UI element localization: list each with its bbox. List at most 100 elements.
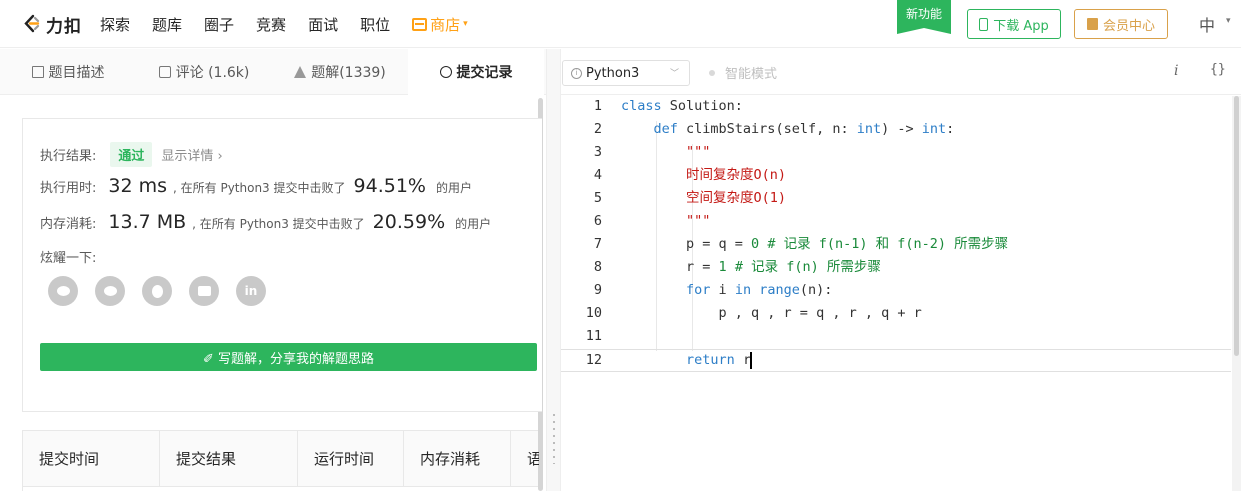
wechat-icon[interactable] (48, 276, 78, 306)
code-token: 时间复杂度O(n) (686, 167, 787, 183)
code-line[interactable]: 10 p , q , r = q , r , q + r (561, 303, 1231, 326)
douban-icon[interactable] (189, 276, 219, 306)
code-line[interactable]: 1 class Solution: (561, 96, 1231, 119)
code-editor[interactable]: 1 class Solution: 2 def climbStairs(self, … (561, 96, 1231, 491)
code-text: 空间复杂度O(1) (621, 188, 786, 209)
flask-icon (294, 66, 307, 78)
line-number: 11 (585, 328, 602, 344)
code-line[interactable]: 6 """ (561, 211, 1231, 234)
line-number: 2 (593, 121, 602, 137)
write-solution-button[interactable]: ✐ 写题解，分享我的解题思路 (40, 343, 537, 371)
drag-handle-icon (553, 414, 555, 464)
code-line[interactable]: 4 时间复杂度O(n) (561, 165, 1231, 188)
tab-description[interactable]: 题目描述 (0, 49, 136, 95)
memory-row: 内存消耗: 13.7 MB , 在所有 Python3 提交中击败了 20.59… (40, 211, 491, 233)
editor-toolbar: i Python3 ﹀ 智能模式 i {} (561, 49, 1241, 95)
code-text: p = q = 0 # 记录 f(n-1) 和 f(n-2) 所需步骤 (621, 234, 1008, 255)
col-memory: 内存消耗 (404, 431, 511, 486)
code-line[interactable]: 7 p = q = 0 # 记录 f(n-1) 和 f(n-2) 所需步骤 (561, 234, 1231, 257)
code-token: r = (621, 259, 719, 275)
download-app-button[interactable]: 下载 App (967, 9, 1061, 39)
text-cursor (750, 351, 753, 369)
italic-tool-button[interactable]: i (1174, 63, 1178, 79)
col-runtime: 运行时间 (298, 431, 404, 486)
code-token: p = q = (621, 236, 752, 252)
nav-explore[interactable]: 探索 (100, 14, 130, 35)
code-token: Solution: (661, 98, 743, 114)
nav-contest[interactable]: 竞赛 (256, 14, 286, 35)
vip-center-button[interactable]: 会员中心 (1074, 9, 1168, 39)
leetcode-logo[interactable]: 力扣 (22, 12, 82, 37)
line-number: 5 (593, 190, 602, 206)
nav-interview[interactable]: 面试 (308, 14, 338, 35)
vip-center-label: 会员中心 (1102, 18, 1155, 34)
panel-splitter[interactable] (546, 49, 561, 491)
line-number: 7 (593, 236, 602, 252)
code-token: 1 (718, 259, 727, 275)
clock-icon (439, 66, 452, 78)
code-token: range (759, 282, 800, 298)
code-text: p , q , r = q , r , q + r (621, 303, 922, 324)
weibo-icon[interactable] (95, 276, 125, 306)
code-line[interactable]: 11 (561, 326, 1231, 349)
vip-icon (1086, 18, 1098, 30)
runtime-tail: 的用户 (435, 181, 472, 195)
col-submit-time: 提交时间 (23, 431, 160, 486)
share-label: 炫耀一下: (40, 251, 97, 266)
code-line[interactable]: 9 for i in range(n): (561, 280, 1231, 303)
tab-comments[interactable]: 评论 (1.6k) (136, 49, 272, 95)
share-buttons: in (48, 276, 283, 306)
tab-solutions[interactable]: 题解(1339) (272, 49, 408, 95)
info-icon: i (571, 67, 582, 79)
memory-label: 内存消耗: (40, 217, 97, 232)
tab-submissions[interactable]: 提交记录 (408, 49, 544, 95)
show-details-link[interactable]: 显示详情 › (161, 145, 222, 164)
code-text: return r (621, 350, 753, 371)
nav-shop-label: 商店 (430, 15, 461, 34)
language-select[interactable]: i Python3 ﹀ (562, 60, 690, 86)
code-line[interactable]: 5 空间复杂度O(1) (561, 188, 1231, 211)
nav-problems[interactable]: 题库 (152, 14, 182, 35)
code-text: """ (621, 142, 710, 163)
line-number: 3 (593, 144, 602, 160)
download-app-label: 下载 App (993, 18, 1049, 34)
language-switch[interactable]: 中 (1199, 12, 1215, 36)
nav-circle[interactable]: 圈子 (204, 14, 234, 35)
smart-mode-toggle[interactable]: 智能模式 (709, 63, 777, 82)
editor-scrollbar[interactable] (1232, 96, 1241, 491)
code-token: 空间复杂度O(1) (686, 190, 787, 206)
runtime-text: , 在所有 Python3 提交中击败了 (173, 181, 346, 195)
top-navbar: 力扣 探索 题库 圈子 竞赛 面试 职位 商店 ▾ 新功能 下载 App 会员中… (0, 0, 1241, 48)
code-token: climbStairs(self, n: (677, 121, 857, 137)
line-number: 6 (593, 213, 602, 229)
code-text: r = 1 # 记录 f(n) 所需步骤 (621, 257, 881, 278)
qq-icon[interactable] (142, 276, 172, 306)
code-line[interactable]: 8 r = 1 # 记录 f(n) 所需步骤 (561, 257, 1231, 280)
code-token: """ (686, 144, 711, 160)
status-label: 执行结果: (40, 149, 97, 164)
code-token: p , q , r = q , r , q + r (621, 305, 922, 321)
tab-comments-label: 评论 (1.6k) (175, 65, 250, 81)
nav-jobs[interactable]: 职位 (360, 14, 390, 35)
smart-mode-label: 智能模式 (725, 67, 778, 82)
nav-shop[interactable]: 商店 ▾ (412, 14, 468, 35)
tab-submissions-label: 提交记录 (456, 65, 513, 81)
linkedin-icon[interactable]: in (236, 276, 266, 306)
runtime-label: 执行用时: (40, 181, 97, 196)
code-text: """ (621, 211, 710, 232)
new-feature-badge[interactable]: 新功能 (897, 0, 951, 34)
code-line[interactable]: 12 return r (561, 349, 1231, 372)
code-token: def (653, 121, 678, 137)
code-token: r (734, 352, 752, 368)
memory-percentile: 20.59% (372, 211, 446, 233)
chevron-down-icon: ﹀ (669, 69, 679, 79)
chevron-down-icon: ▾ (463, 19, 468, 29)
code-token: int (856, 121, 882, 137)
code-token: return (686, 352, 735, 368)
code-line[interactable]: 2 def climbStairs(self, n: int) -> int: (561, 119, 1231, 142)
format-code-button[interactable]: {} (1210, 62, 1226, 77)
code-line[interactable]: 3 """ (561, 142, 1231, 165)
chevron-down-icon[interactable]: ▾ (1226, 16, 1231, 26)
